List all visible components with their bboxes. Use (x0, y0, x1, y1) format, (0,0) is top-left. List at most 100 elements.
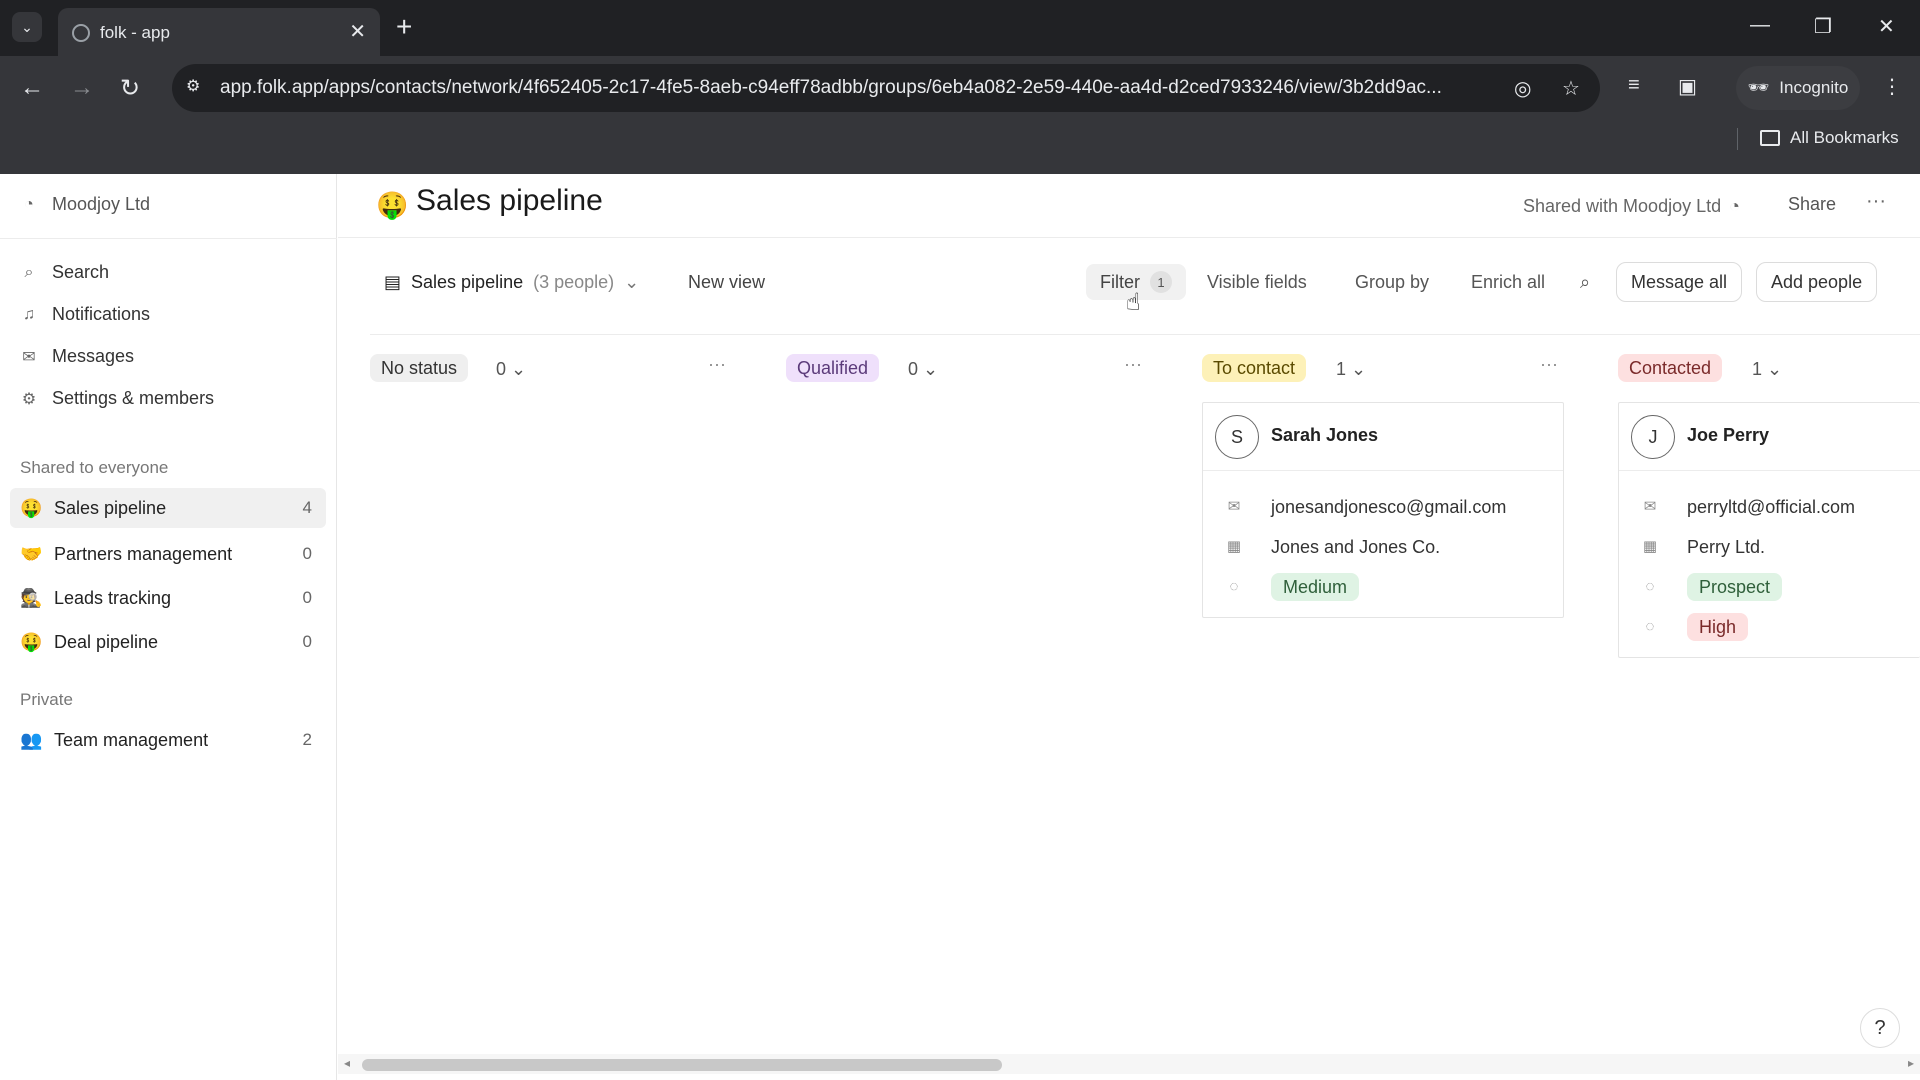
visible-fields-button[interactable]: Visible fields (1207, 272, 1307, 293)
scroll-right-icon[interactable]: ▸ (1908, 1056, 1914, 1070)
contact-name[interactable]: Sarah Jones (1271, 425, 1378, 446)
tag: High (1687, 613, 1749, 641)
company-value: Perry Ltd. (1687, 537, 1766, 557)
card-field-company[interactable]: ▦ Jones and Jones Co. (1203, 529, 1563, 569)
card-field-stage[interactable]: ◌ Prospect (1619, 569, 1920, 609)
forward-arrow-icon[interactable]: → (70, 74, 94, 102)
new-view-button[interactable]: New view (688, 272, 765, 293)
select-circle-icon: ◌ (1229, 577, 1239, 595)
folk-favicon-icon (72, 24, 90, 42)
column-count[interactable]: 0 ⌄ (496, 359, 526, 380)
browser-tab-bar: ⌄ folk - app ✕ + — ❐ ✕ (0, 0, 1920, 56)
card-field-priority[interactable]: ◌ High (1619, 609, 1920, 649)
new-tab-plus-icon[interactable]: + (396, 12, 412, 42)
tab-search-chevron-icon[interactable]: ⌄ (12, 12, 42, 42)
column-count[interactable]: 1 ⌄ (1336, 359, 1366, 380)
card-field-company[interactable]: ▦ Perry Ltd. (1619, 529, 1920, 569)
page-header: 🤑 Sales pipeline Shared with Moodjoy Ltd… (338, 174, 1920, 238)
page-title[interactable]: Sales pipeline (416, 184, 603, 218)
search-icon[interactable]: ⌕ (1580, 272, 1590, 293)
sidebar-group-deal-pipeline[interactable]: 🤑 Deal pipeline 0 (10, 622, 326, 662)
window-close-icon[interactable]: ✕ (1878, 14, 1895, 39)
sidebar-item-search[interactable]: ⌕ Search (20, 262, 110, 283)
column-header: No status 0 ⌄ ··· (370, 348, 732, 388)
sidebar-item-settings[interactable]: ⚙ Settings & members (20, 388, 214, 409)
incognito-badge[interactable]: 🕶 Incognito (1736, 66, 1860, 110)
avatar: S (1215, 415, 1259, 459)
sidebar-item-label: Settings & members (52, 388, 215, 408)
tag: Medium (1271, 573, 1360, 601)
status-pill[interactable]: Qualified (786, 354, 880, 382)
url-text[interactable]: app.folk.app/apps/contacts/network/4f652… (220, 77, 1470, 99)
column-more-icon[interactable]: ··· (1540, 354, 1558, 375)
eye-off-icon[interactable]: ◎ (1514, 76, 1531, 101)
money-face-icon: 🤑 (20, 497, 43, 518)
sidebar-group-sales-pipeline[interactable]: 🤑 Sales pipeline 4 (10, 488, 326, 528)
more-options-icon[interactable]: ··· (1866, 190, 1886, 213)
view-selector[interactable]: ▤ Sales pipeline (3 people) ⌄ (384, 272, 639, 293)
tag: Prospect (1687, 573, 1783, 601)
sidebar-item-notifications[interactable]: ♫ Notifications (20, 304, 150, 325)
mail-icon: ✉ (22, 348, 36, 366)
all-bookmarks-label: All Bookmarks (1790, 128, 1899, 147)
back-arrow-icon[interactable]: ← (20, 74, 44, 102)
media-control-icon[interactable]: ≡ (1628, 74, 1640, 97)
scroll-left-icon[interactable]: ◂ (344, 1056, 350, 1070)
board-column-no-status: No status 0 ⌄ ··· (370, 348, 732, 1028)
message-all-button[interactable]: Message all (1616, 262, 1743, 302)
add-people-button[interactable]: Add people (1756, 262, 1878, 302)
money-face-icon: 🤑 (376, 190, 409, 220)
help-button[interactable]: ? (1860, 1008, 1900, 1048)
shared-with-button[interactable]: Shared with Moodjoy Ltd ◔ (1523, 196, 1740, 217)
sidebar: ◔ Moodjoy Ltd ⌕ Search ♫ Notifications ✉… (0, 174, 337, 1080)
scrollbar-thumb[interactable] (362, 1059, 1002, 1071)
group-by-button[interactable]: Group by (1355, 272, 1429, 293)
card-field-priority[interactable]: ◌ Medium (1203, 569, 1563, 609)
status-pill[interactable]: No status (370, 354, 469, 382)
select-circle-icon: ◌ (1645, 617, 1655, 635)
column-header: Qualified 0 ⌄ ··· (786, 348, 1148, 388)
share-button[interactable]: Share (1788, 194, 1836, 215)
sidebar-group-partners-management[interactable]: 🤝 Partners management 0 (10, 534, 326, 574)
workspace-switcher[interactable]: ◔ Moodjoy Ltd (20, 194, 150, 215)
restore-icon[interactable]: ❐ (1814, 14, 1832, 39)
group-count: 2 (302, 730, 312, 749)
group-count: 0 (302, 632, 312, 651)
email-value: jonesandjonesco@gmail.com (1271, 497, 1507, 517)
minimize-icon[interactable]: — (1750, 14, 1770, 37)
contact-card[interactable]: J Joe Perry ✉ perryltd@official.com ▦ Pe… (1618, 402, 1920, 658)
sidebar-divider (0, 238, 337, 239)
group-label: Team management (54, 729, 209, 750)
address-bar[interactable]: ⚙ app.folk.app/apps/contacts/network/4f6… (172, 64, 1600, 112)
side-panel-icon[interactable]: ▣ (1678, 74, 1697, 99)
all-bookmarks[interactable]: All Bookmarks (1760, 128, 1899, 148)
column-count[interactable]: 1 ⌄ (1752, 359, 1782, 380)
sidebar-item-messages[interactable]: ✉ Messages (20, 346, 134, 367)
site-settings-icon[interactable]: ⚙ (186, 76, 208, 98)
shared-with-label: Shared with Moodjoy Ltd (1523, 196, 1722, 216)
sidebar-group-team-management[interactable]: 👥 Team management 2 (10, 720, 326, 760)
horizontal-scrollbar[interactable]: ◂ ▸ (338, 1054, 1920, 1074)
chevron-down-icon: ⌄ (624, 272, 640, 292)
column-more-icon[interactable]: ··· (1124, 354, 1142, 375)
card-field-email[interactable]: ✉ jonesandjonesco@gmail.com (1203, 489, 1563, 529)
star-icon[interactable]: ☆ (1562, 76, 1580, 101)
browser-tab[interactable]: folk - app ✕ (58, 8, 380, 56)
status-pill[interactable]: Contacted (1618, 354, 1723, 382)
group-label: Sales pipeline (54, 497, 167, 518)
status-pill[interactable]: To contact (1202, 354, 1307, 382)
contact-card[interactable]: S Sarah Jones ✉ jonesandjonesco@gmail.co… (1202, 402, 1564, 618)
view-divider (370, 334, 1920, 335)
enrich-all-button[interactable]: Enrich all (1471, 272, 1545, 293)
reload-icon[interactable]: ↻ (120, 74, 140, 103)
private-section-label: Private (20, 690, 73, 709)
sidebar-group-leads-tracking[interactable]: 🕵 Leads tracking 0 (10, 578, 326, 618)
column-more-icon[interactable]: ··· (708, 354, 726, 375)
contact-name[interactable]: Joe Perry (1687, 425, 1769, 446)
column-count[interactable]: 0 ⌄ (908, 359, 938, 380)
card-field-email[interactable]: ✉ perryltd@official.com (1619, 489, 1920, 529)
tab-title: folk - app (100, 23, 170, 42)
tab-close-icon[interactable]: ✕ (349, 19, 366, 44)
search-icon: ⌕ (24, 263, 34, 281)
browser-menu-icon[interactable]: ⋮ (1882, 74, 1902, 99)
